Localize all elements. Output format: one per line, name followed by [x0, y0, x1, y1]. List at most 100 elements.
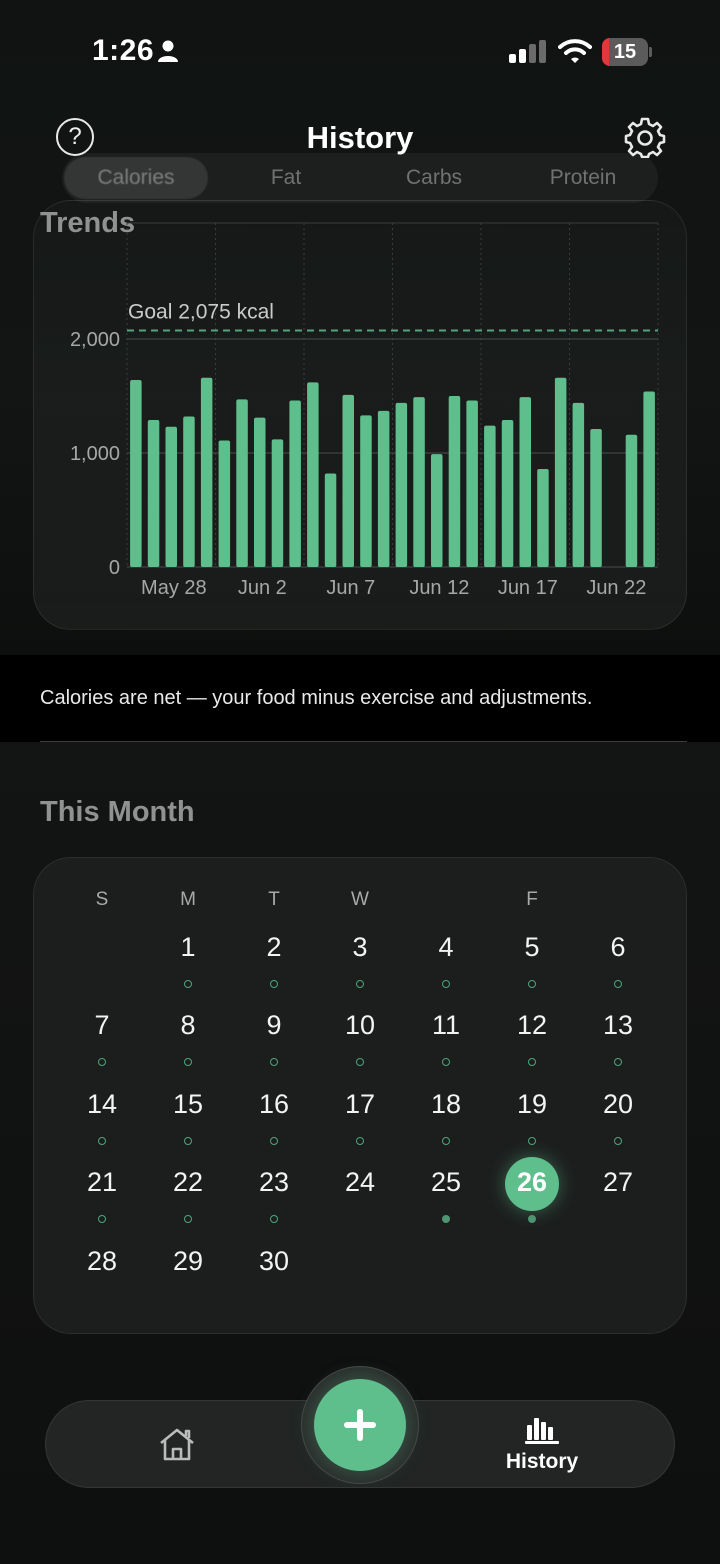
logged-day-dot [528, 1215, 536, 1223]
day-status-dot [528, 980, 536, 988]
calendar-day[interactable]: 20 [588, 1089, 648, 1120]
day-status-dot [442, 980, 450, 988]
bar [466, 400, 478, 567]
bar [360, 415, 372, 567]
calendar-day[interactable]: 4 [416, 932, 476, 963]
y-tick-label: 1,000 [70, 443, 120, 465]
x-tick-label: May 28 [141, 577, 207, 599]
day-status-dot [356, 980, 364, 988]
calendar-day[interactable]: 12 [502, 1010, 562, 1041]
x-tick-label: Jun 22 [586, 577, 646, 599]
bar [200, 377, 213, 567]
day-status-dot [184, 980, 192, 988]
weekday-label: T [268, 889, 280, 910]
weekday-label: M [180, 889, 196, 910]
calendar-day[interactable]: 19 [502, 1089, 562, 1120]
day-status-dot [442, 1137, 450, 1145]
calendar-day[interactable]: 14 [72, 1089, 132, 1120]
x-tick-label: Jun 12 [409, 577, 469, 599]
calendar-day[interactable]: 3 [330, 932, 390, 963]
calendar-day[interactable]: 23 [244, 1167, 304, 1198]
calendar-day[interactable]: 27 [588, 1167, 648, 1198]
weekday-label: S [95, 889, 109, 910]
day-status-dot [614, 1137, 622, 1145]
bar [147, 419, 160, 567]
calendar-day[interactable]: 21 [72, 1167, 132, 1198]
calendar-day[interactable]: 13 [588, 1010, 648, 1041]
day-status-dot [270, 1058, 278, 1066]
bar [431, 454, 443, 567]
calendar-day[interactable]: 22 [158, 1167, 218, 1198]
x-tick-label: Jun 17 [498, 577, 558, 599]
bar [501, 419, 514, 567]
bar [130, 380, 142, 567]
calendar-day[interactable]: 8 [158, 1010, 218, 1041]
calendar-day[interactable]: 17 [330, 1089, 390, 1120]
calendar-day[interactable]: 2 [244, 932, 304, 963]
x-tick-label: Jun 7 [326, 577, 375, 599]
calendar-day[interactable]: 29 [158, 1246, 218, 1277]
bar [218, 440, 231, 567]
x-tick-label: Jun 2 [238, 577, 287, 599]
calendar-day[interactable]: 1 [158, 932, 218, 963]
bar [324, 473, 337, 567]
bar [289, 400, 301, 567]
bar [537, 468, 549, 567]
day-status-dot [98, 1215, 106, 1223]
bar [307, 382, 319, 567]
day-status-dot [184, 1137, 192, 1145]
bar [554, 377, 567, 567]
bar [519, 397, 531, 567]
month-title: This Month [40, 796, 195, 828]
calendar-day[interactable]: 5 [502, 932, 562, 963]
plus-icon-vertical [357, 1409, 363, 1441]
day-status-dot [98, 1058, 106, 1066]
day-status-dot [184, 1215, 192, 1223]
day-status-dot [528, 1137, 536, 1145]
net-calories-note: Calories are net — your food minus exerc… [40, 687, 593, 709]
history-chart-icon[interactable] [524, 1415, 560, 1445]
bar [377, 410, 390, 567]
calendar-day-today[interactable]: 26 [502, 1167, 562, 1198]
calendar-day[interactable]: 6 [588, 932, 648, 963]
calendar-day[interactable]: 10 [330, 1010, 390, 1041]
calendar-day[interactable]: 24 [330, 1167, 390, 1198]
calendar-day[interactable]: 18 [416, 1089, 476, 1120]
y-tick-label: 2,000 [70, 329, 120, 351]
bar [395, 402, 408, 567]
calendar-day[interactable]: 9 [244, 1010, 304, 1041]
day-status-dot [614, 980, 622, 988]
tab-history-label[interactable]: History [480, 1450, 604, 1474]
day-status-dot [98, 1137, 106, 1145]
divider [40, 741, 687, 742]
day-status-dot [356, 1137, 364, 1145]
day-status-dot [270, 1215, 278, 1223]
calendar-day[interactable]: 7 [72, 1010, 132, 1041]
bar [254, 417, 266, 567]
bar [572, 402, 585, 567]
calendar-day[interactable]: 28 [72, 1246, 132, 1277]
day-status-dot [356, 1058, 364, 1066]
bar [448, 396, 461, 567]
calendar-day[interactable]: 25 [416, 1167, 476, 1198]
bar [413, 397, 425, 567]
goal-label: Goal 2,075 kcal [128, 300, 274, 323]
logged-day-dot [442, 1215, 450, 1223]
bar [236, 399, 248, 567]
bar [183, 416, 195, 567]
calendar-day[interactable]: 15 [158, 1089, 218, 1120]
home-icon[interactable] [158, 1427, 196, 1461]
day-status-dot [528, 1058, 536, 1066]
calendar-day[interactable]: 16 [244, 1089, 304, 1120]
day-status-dot [270, 980, 278, 988]
bar [625, 434, 638, 567]
calendar-day[interactable]: 11 [416, 1010, 476, 1041]
day-status-dot [270, 1137, 278, 1145]
day-status-dot [442, 1058, 450, 1066]
y-tick-label: 0 [109, 557, 120, 579]
bar [271, 439, 284, 567]
bar [342, 394, 354, 567]
calendar-day[interactable]: 30 [244, 1246, 304, 1277]
bar [643, 391, 655, 567]
bar [165, 426, 177, 567]
